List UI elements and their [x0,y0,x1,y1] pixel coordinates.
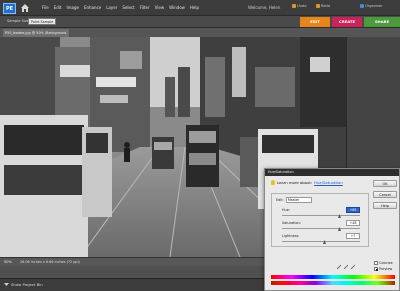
home-icon[interactable] [20,3,30,12]
hue-label: Hue: [282,208,290,212]
hue-saturation-dialog: Hue/Saturation Learn more about: Hue/Sat… [264,168,400,291]
menu-window[interactable]: Window [169,5,185,10]
undo-icon [292,4,296,8]
main-menu: File Edit Image Enhance Layer Select Fil… [42,5,199,10]
menu-bar: PE File Edit Image Enhance Layer Select … [0,0,400,16]
redo-button[interactable]: Redo [316,4,330,8]
undo-button[interactable]: Undo [292,4,306,8]
colorize-checkbox[interactable]: Colorize [374,261,393,265]
menu-edit[interactable]: Edit [54,5,62,10]
preview-checkbox[interactable]: Preview [374,267,392,271]
dialog-title: Hue/Saturation [265,169,399,176]
tab-create[interactable]: CREATE [332,17,362,27]
saturation-slider[interactable] [282,228,360,229]
preview-label: Preview [379,267,393,271]
color-spectrum-bottom [271,281,395,285]
edit-select[interactable]: Master [285,197,312,203]
lightness-slider[interactable] [282,241,360,242]
help-button[interactable]: Help [373,202,397,209]
menu-file[interactable]: File [42,5,49,10]
menu-enhance[interactable]: Enhance [84,5,101,10]
color-spectrum-top [271,275,395,279]
zoom-level[interactable]: 50% [4,260,12,264]
edit-row: Edit: Master [276,197,312,203]
tab-edit[interactable]: EDIT [300,17,330,27]
triangle-icon [4,283,9,286]
sample-size-label: Sample Size: [7,19,31,23]
organizer-button[interactable]: Organizer [360,4,383,8]
ok-button[interactable]: OK [373,180,397,187]
welcome-text: Welcome, Helen [248,5,281,10]
undo-label: Undo [297,4,307,8]
preview-box[interactable] [374,267,378,271]
colorize-box[interactable] [374,261,378,265]
learn-more: Learn more about: Hue/Saturation [271,180,343,185]
hue-slider[interactable] [282,215,360,216]
eyedropper-icon[interactable] [337,264,342,269]
options-bar: Sample Size: Point Sample EDIT CREATE SH… [0,16,400,28]
menu-view[interactable]: View [155,5,165,10]
redo-label: Redo [321,4,331,8]
eyedropper-tools [337,264,356,269]
menu-filter[interactable]: Filter [140,5,150,10]
learn-more-link[interactable]: Hue/Saturation [314,180,343,185]
cancel-button[interactable]: Cancel [373,191,397,198]
hue-field[interactable]: +65 [346,207,360,213]
eyedropper-plus-icon[interactable] [344,264,349,269]
menu-image[interactable]: Image [66,5,79,10]
menu-select[interactable]: Select [122,5,134,10]
organizer-icon [360,4,364,8]
redo-icon [316,4,320,8]
document-tab-bar: P50_bwdee.jpg @ 50% (Background, RGB/8) [0,28,400,43]
tab-share[interactable]: SHARE [364,17,400,27]
colorize-label: Colorize [379,261,393,265]
menu-layer[interactable]: Layer [106,5,117,10]
show-project-bin-label: Show Project Bin [11,282,43,287]
adjustment-group: Edit: Master Hue: +65 Saturation: +48 Li… [271,193,369,247]
saturation-label: Saturation: [282,221,301,225]
app-logo[interactable]: PE [3,3,16,14]
document-size: 26.06 inches x 8.66 inches (72 ppi) [20,260,80,264]
document-tab[interactable]: P50_bwdee.jpg @ 50% (Background, RGB/8) [3,29,69,43]
lightness-label: Lightness: [282,234,300,238]
sample-size-select[interactable]: Point Sample [28,18,56,25]
lightbulb-icon [271,180,275,185]
lightness-field[interactable]: +7 [346,233,360,239]
menu-help[interactable]: Help [190,5,199,10]
saturation-field[interactable]: +48 [346,220,360,226]
show-project-bin[interactable]: Show Project Bin [4,282,43,287]
learn-more-label: Learn more about: [277,180,313,185]
eyedropper-minus-icon[interactable] [351,264,356,269]
edit-label: Edit: [276,198,284,202]
organizer-label: Organizer [365,4,383,8]
